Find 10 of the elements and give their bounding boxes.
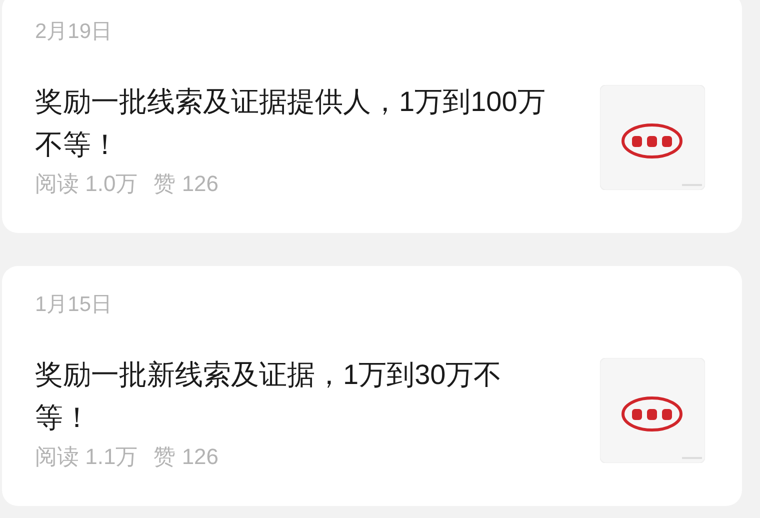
- article-date: 1月15日: [35, 292, 114, 318]
- like-count: 赞 126: [154, 443, 219, 471]
- article-title: 奖励一批新线索及证据，1万到30万不等！: [35, 358, 503, 435]
- article-title: 奖励一批线索及证据提供人，1万到100万不等！: [35, 85, 546, 162]
- read-count: 阅读 1.1万: [35, 443, 138, 471]
- like-count: 赞 126: [154, 170, 219, 198]
- article-card[interactable]: 1月15日 奖励一批新线索及证据，1万到30万不等！ 阅读 1.1万 赞 126: [2, 266, 742, 506]
- read-count: 阅读 1.0万: [35, 170, 138, 198]
- article-date: 2月19日: [35, 19, 114, 45]
- article-card[interactable]: 2月19日 奖励一批线索及证据提供人，1万到100万不等！ 阅读 1.0万 赞 126: [2, 0, 742, 233]
